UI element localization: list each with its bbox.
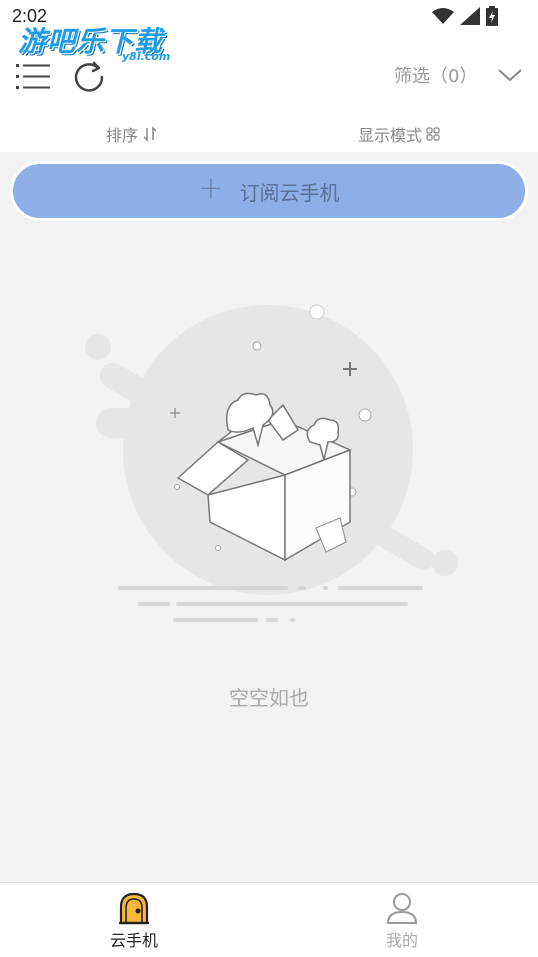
nav-label-cloud-phone: 云手机 — [109, 931, 158, 950]
display-mode-label: 显示模式 — [358, 126, 423, 145]
bottom-nav: 云手机 我的 — [0, 882, 538, 957]
filter-dropdown[interactable]: 筛选（0） — [394, 62, 523, 88]
wifi-icon — [432, 8, 454, 24]
empty-state-text: 空空如也 — [229, 686, 309, 710]
logo-subtext: y8l.com — [122, 50, 171, 63]
nav-item-cloud-phone[interactable]: 云手机 — [84, 891, 184, 951]
subscribe-cloud-phone-button[interactable]: + 订阅云手机 — [10, 161, 528, 221]
empty-box-illustration — [85, 304, 458, 622]
sort-label: 排序 — [106, 126, 139, 145]
signal-icon — [460, 7, 480, 25]
battery-icon — [486, 6, 498, 26]
top-header: 2:02 游吧乐下载 y8l.com 筛选（0） 排序 显示模式 — [0, 0, 538, 152]
plus-icon: + — [198, 171, 224, 206]
subscribe-label: 订阅云手机 — [239, 180, 340, 205]
filter-label: 筛选（0） — [394, 66, 478, 87]
refresh-icon[interactable] — [72, 60, 106, 94]
nav-label-me: 我的 — [385, 931, 418, 950]
user-icon — [386, 893, 418, 924]
sort-icon — [143, 126, 157, 142]
cloud-phone-icon — [119, 892, 149, 925]
status-icons — [432, 6, 498, 26]
display-mode-button[interactable]: 显示模式 — [358, 122, 440, 146]
chevron-down-icon — [498, 69, 523, 82]
sub-toolbar: 排序 显示模式 — [0, 120, 538, 148]
sort-button[interactable]: 排序 — [106, 122, 158, 146]
grid-icon — [426, 127, 440, 141]
menu-list-icon[interactable] — [16, 62, 50, 92]
nav-item-me[interactable]: 我的 — [352, 891, 452, 951]
watermark-logo: 游吧乐下载 y8l.com — [18, 20, 170, 63]
